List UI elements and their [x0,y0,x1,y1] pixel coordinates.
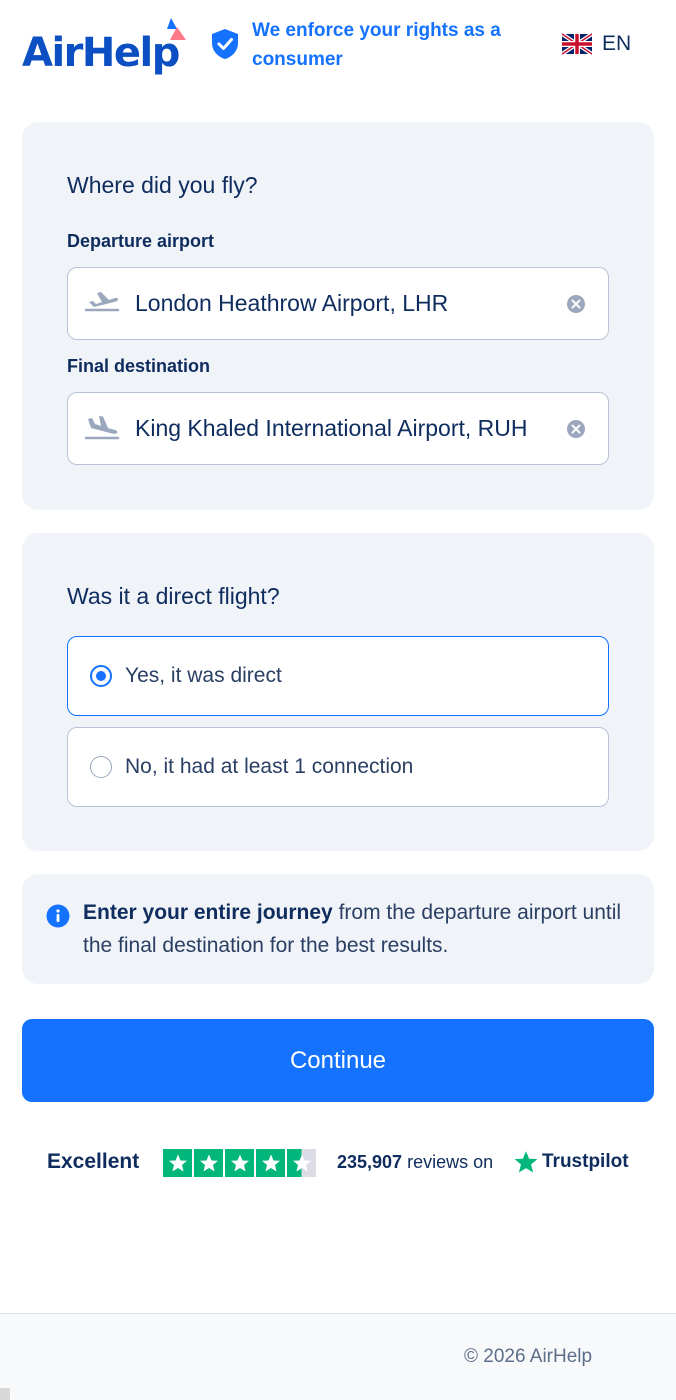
clear-departure-icon[interactable] [566,294,586,314]
option-direct-label: Yes, it was direct [125,664,282,687]
trustpilot-link[interactable]: Trustpilot [514,1150,629,1174]
trustpilot-stars [163,1149,316,1177]
trustpilot-rating-label: Excellent [47,1150,140,1173]
language-selector[interactable]: EN [562,32,631,56]
shield-check-icon [212,29,238,59]
language-label: EN [602,32,632,55]
star-icon [163,1149,192,1177]
tagline: We enforce your rights as a consumer [252,20,501,70]
star-icon [225,1149,254,1177]
trustpilot-review-count: 235,907 reviews on [337,1152,493,1173]
info-icon [46,904,70,928]
departure-label: Departure airport [67,231,215,251]
route-card: Where did you fly? Departure airport Lon… [22,122,654,510]
copyright: © 2026 AirHelp [464,1346,593,1367]
clear-destination-icon[interactable] [566,419,586,439]
destination-airport-field[interactable]: King Khaled International Airport, RUH [67,392,609,465]
logo-mark-icon [167,18,186,40]
info-banner: Enter your entire journey from the depar… [22,874,654,984]
direct-flight-card: Was it a direct flight? Yes, it was dire… [22,533,654,851]
option-connection[interactable]: No, it had at least 1 connection [67,727,609,807]
direct-flight-title: Was it a direct flight? [67,583,280,609]
destination-label: Final destination [67,356,211,376]
route-title: Where did you fly? [67,172,258,198]
trustpilot-brand: Trustpilot [542,1151,629,1172]
corner-artifact [0,1388,10,1400]
brand-name: AirHelp [22,30,180,76]
option-connection-label: No, it had at least 1 connection [125,755,414,778]
departure-airport-value: London Heathrow Airport, LHR [135,290,449,316]
uk-flag-icon [562,33,592,55]
destination-airport-value: King Khaled International Airport, RUH [135,415,528,441]
half-star-icon [287,1149,316,1177]
option-direct[interactable]: Yes, it was direct [67,636,609,716]
info-text-bold: Enter your entire journey [83,901,333,924]
airhelp-logo[interactable]: AirHelp [22,18,192,80]
info-text: Enter your entire journey from the depar… [83,896,623,962]
star-icon [256,1149,285,1177]
radio-unselected-icon[interactable] [90,756,112,778]
radio-selected-icon[interactable] [90,665,112,687]
trustpilot-star-icon [514,1151,538,1173]
takeoff-plane-icon [84,292,120,312]
departure-airport-field[interactable]: London Heathrow Airport, LHR [67,267,609,340]
review-count: 235,907 [337,1152,403,1172]
landing-plane-icon [84,416,120,440]
star-icon [194,1149,223,1177]
reviews-on-text: reviews on [402,1152,494,1172]
header: AirHelp We enforce your rights as a cons… [0,0,676,100]
footer: © 2026 AirHelp [0,1313,676,1400]
continue-button[interactable]: Continue [22,1019,654,1102]
